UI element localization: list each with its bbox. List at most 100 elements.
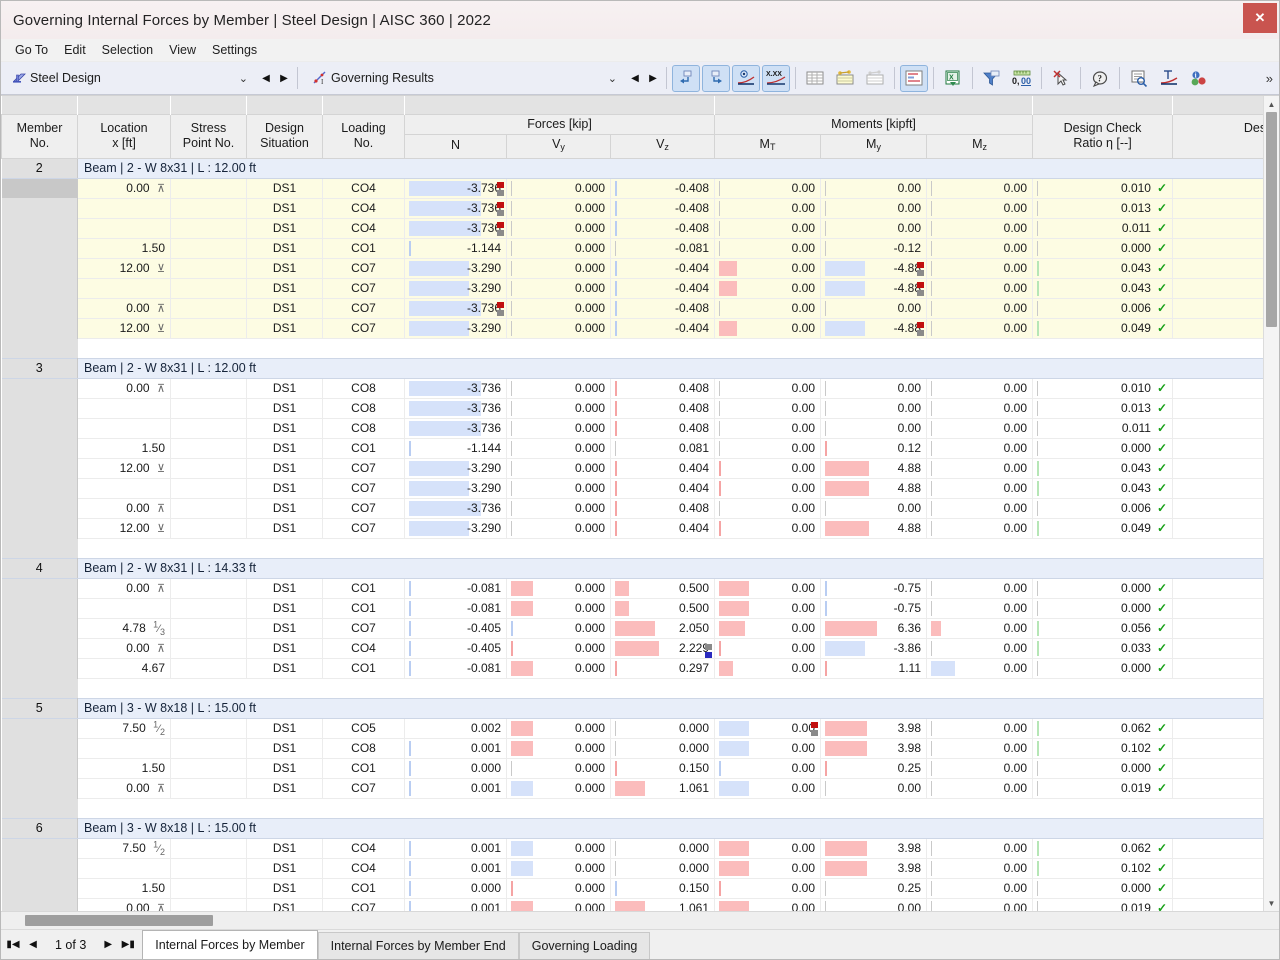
cell-force-vy[interactable]: 0.000: [506, 858, 611, 879]
cell-stress-point[interactable]: [170, 218, 247, 239]
cell-moment-mt[interactable]: 0.00: [714, 658, 822, 679]
cell-loading-no[interactable]: CO7: [322, 318, 405, 339]
cell-moment-my[interactable]: 0.25: [820, 758, 928, 779]
cell-design-check-ratio[interactable]: 0.000 ✓: [1032, 758, 1174, 779]
cell-member-no[interactable]: [1, 318, 78, 338]
cell-stress-point[interactable]: [170, 398, 247, 419]
cell-force-vz[interactable]: 0.000: [610, 718, 716, 739]
info-colors-icon[interactable]: i: [1185, 65, 1213, 92]
deselect-cursor-icon[interactable]: [1047, 65, 1075, 92]
cell-location[interactable]: 4.78 1⁄3: [77, 618, 171, 639]
cell-force-n[interactable]: 0.001: [404, 778, 507, 799]
cell-location[interactable]: 0.00 ⊼: [77, 378, 171, 399]
filter-funnel-icon[interactable]: [978, 65, 1006, 92]
cell-member-no[interactable]: [1, 218, 78, 238]
cell-design-check-ratio[interactable]: 0.019 ✓: [1032, 898, 1174, 911]
cell-loading-no[interactable]: CO8: [322, 418, 405, 439]
cell-stress-point[interactable]: [170, 458, 247, 479]
cell-location[interactable]: 0.00 ⊼: [77, 498, 171, 519]
cell-force-n[interactable]: -3.290: [404, 478, 507, 499]
cell-location[interactable]: [77, 738, 171, 759]
cell-loading-no[interactable]: CO1: [322, 438, 405, 459]
cell-design-check-ratio[interactable]: 0.000 ✓: [1032, 438, 1174, 459]
cell-moment-mt[interactable]: 0.00: [714, 898, 822, 911]
cell-member-no[interactable]: [1, 278, 78, 298]
results-table-container[interactable]: Member No. Location x [ft] Stress Point …: [1, 95, 1279, 911]
cell-force-vz[interactable]: -0.408: [610, 218, 716, 239]
cell-loading-no[interactable]: CO4: [322, 218, 405, 239]
cell-force-n[interactable]: 0.000: [404, 878, 507, 899]
cell-design-situation[interactable]: DS1: [246, 238, 323, 259]
cell-location[interactable]: 0.00 ⊼: [77, 638, 171, 659]
group-header-row[interactable]: 5 Beam | 3 - W 8x18 | L : 15.00 ft: [1, 697, 1279, 719]
cell-moment-mz[interactable]: 0.00: [926, 418, 1034, 439]
toolbar-overflow-icon[interactable]: »: [1266, 71, 1273, 86]
cell-force-vy[interactable]: 0.000: [506, 598, 611, 619]
scroll-up-icon[interactable]: ▲: [1264, 96, 1279, 112]
cell-force-vy[interactable]: 0.000: [506, 218, 611, 239]
cell-force-n[interactable]: -3.736: [404, 218, 507, 239]
cell-force-n[interactable]: -0.081: [404, 578, 507, 599]
cell-location[interactable]: [77, 398, 171, 419]
cell-design-check-ratio[interactable]: 0.033 ✓: [1032, 638, 1174, 659]
cell-moment-my[interactable]: -4.88: [820, 278, 928, 299]
cell-moment-mt[interactable]: 0.00: [714, 778, 822, 799]
cell-member-no[interactable]: [1, 498, 78, 518]
cell-force-n[interactable]: -0.081: [404, 658, 507, 679]
cell-stress-point[interactable]: [170, 638, 247, 659]
cell-force-n[interactable]: -0.405: [404, 638, 507, 659]
cell-moment-mt[interactable]: 0.00: [714, 858, 822, 879]
cell-design-situation[interactable]: DS1: [246, 838, 323, 859]
cell-stress-point[interactable]: [170, 598, 247, 619]
cell-member-no[interactable]: [1, 598, 78, 618]
cell-moment-my[interactable]: 3.98: [820, 738, 928, 759]
cell-stress-point[interactable]: [170, 758, 247, 779]
cell-moment-mt[interactable]: 0.00: [714, 438, 822, 459]
cell-moment-my[interactable]: 3.98: [820, 858, 928, 879]
cell-design-check-ratio[interactable]: 0.000 ✓: [1032, 878, 1174, 899]
cell-loading-no[interactable]: CO1: [322, 238, 405, 259]
cell-stress-point[interactable]: [170, 238, 247, 259]
column-header-design-situation[interactable]: Design Situation: [246, 113, 323, 159]
cell-moment-my[interactable]: 4.88: [820, 478, 928, 499]
cell-location[interactable]: [77, 858, 171, 879]
vertical-scrollbar[interactable]: ▲ ▼: [1263, 96, 1279, 911]
cell-loading-no[interactable]: CO1: [322, 878, 405, 899]
cell-location[interactable]: 1.50: [77, 878, 171, 899]
cell-moment-my[interactable]: -3.86: [820, 638, 928, 659]
cell-design-situation[interactable]: DS1: [246, 378, 323, 399]
table-row[interactable]: 1.50 DS1 CO1 0.000 0.000 0.150 0.00 0.25 0.00 0.0…: [1, 878, 1279, 899]
cell-moment-my[interactable]: 4.88: [820, 518, 928, 539]
close-button[interactable]: ✕: [1243, 3, 1277, 33]
cell-design-check-ratio[interactable]: 0.043 ✓: [1032, 278, 1174, 299]
cell-force-vz[interactable]: -0.081: [610, 238, 716, 259]
cell-loading-no[interactable]: CO8: [322, 398, 405, 419]
cell-force-vy[interactable]: 0.000: [506, 638, 611, 659]
horizontal-scrollbar-thumb[interactable]: [25, 915, 213, 926]
group-member-no[interactable]: 4: [1, 557, 78, 579]
cell-force-n[interactable]: -3.736: [404, 198, 507, 219]
table-row[interactable]: 12.00 ⊻ DS1 CO7 -3.290 0.000 -0.404 0.00 -4.88 0…: [1, 318, 1279, 339]
cell-design-situation[interactable]: DS1: [246, 218, 323, 239]
cell-force-vz[interactable]: 0.500: [610, 578, 716, 599]
cell-force-vy[interactable]: 0.000: [506, 438, 611, 459]
column-header-stress-point[interactable]: Stress Point No.: [170, 113, 247, 159]
cell-moment-mt[interactable]: 0.00: [714, 618, 822, 639]
cell-member-no[interactable]: [1, 838, 78, 858]
cell-force-vz[interactable]: 0.408: [610, 418, 716, 439]
cell-stress-point[interactable]: [170, 498, 247, 519]
cell-force-vz[interactable]: 0.404: [610, 478, 716, 499]
results-prev-button[interactable]: ◀: [626, 67, 644, 89]
cell-stress-point[interactable]: [170, 898, 247, 911]
cell-design-situation[interactable]: DS1: [246, 438, 323, 459]
vertical-scrollbar-thumb[interactable]: [1266, 112, 1277, 327]
cell-design-check-ratio[interactable]: 0.013 ✓: [1032, 198, 1174, 219]
cell-member-no[interactable]: [1, 478, 78, 498]
group-member-no[interactable]: 5: [1, 697, 78, 719]
cell-design-situation[interactable]: DS1: [246, 178, 323, 199]
cell-location[interactable]: 0.00 ⊼: [77, 898, 171, 911]
cell-member-no[interactable]: [1, 578, 78, 598]
cell-design-check-ratio[interactable]: 0.011 ✓: [1032, 218, 1174, 239]
column-header-loading[interactable]: Loading No.: [322, 113, 405, 159]
cell-member-no[interactable]: [1, 458, 78, 478]
